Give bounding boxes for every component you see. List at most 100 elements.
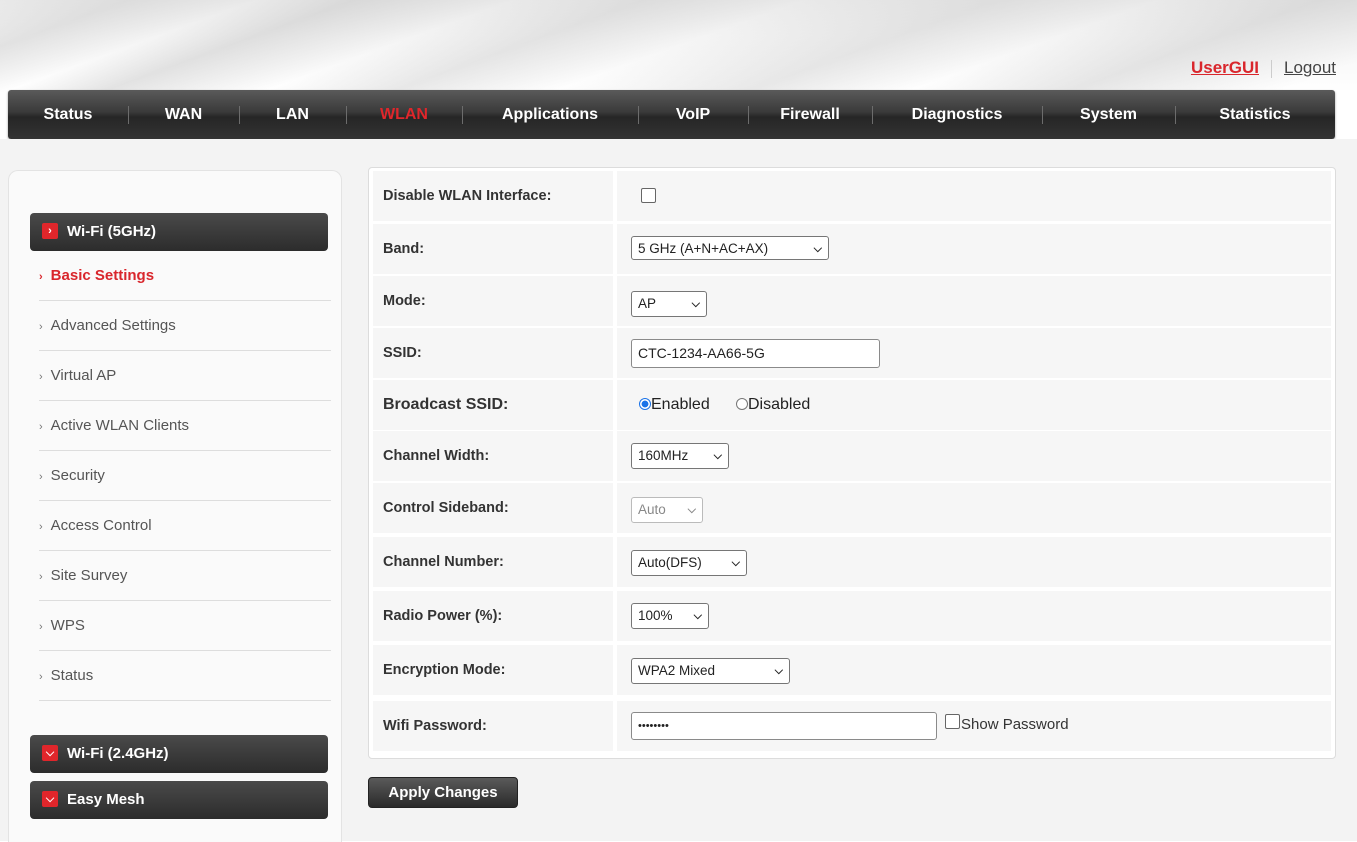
row-disable-wlan: Disable WLAN Interface:	[373, 171, 1331, 221]
sidebar-item-virtual-ap[interactable]: › Virtual AP	[39, 351, 331, 401]
sidebar-item-label: Security	[50, 467, 105, 484]
nav-statistics[interactable]: Statistics	[1175, 90, 1335, 139]
mode-select[interactable]: AP ⌵	[631, 291, 707, 317]
encryption-mode-value: WPA2 Mixed ⌵	[617, 645, 1331, 695]
mode-value: AP ⌵	[617, 276, 1331, 326]
sidebar-group-label: Easy Mesh	[67, 791, 145, 808]
broadcast-disabled-radio[interactable]	[736, 398, 748, 410]
disable-wlan-checkbox[interactable]	[641, 188, 656, 203]
sidebar-item-status[interactable]: › Status	[39, 651, 331, 701]
nav-diagnostics[interactable]: Diagnostics	[872, 90, 1042, 139]
sidebar-item-site-survey[interactable]: › Site Survey	[39, 551, 331, 601]
sidebar-group-label: Wi-Fi (5GHz)	[67, 223, 157, 240]
row-ssid: SSID: CTC-1234-AA66-5G	[373, 328, 1331, 378]
row-channel-width: Channel Width: 160MHz ⌵	[373, 431, 1331, 481]
broadcast-disabled-label[interactable]: Disabled	[748, 396, 810, 414]
control-sideband-select[interactable]: Auto ⌵	[631, 497, 703, 523]
radio-power-value: 100% ⌵	[617, 591, 1331, 641]
sidebar-item-label: Basic Settings	[50, 267, 155, 284]
radio-power-select[interactable]: 100% ⌵	[631, 603, 709, 629]
chevron-right-icon: ›	[39, 271, 43, 283]
sidebar-item-active-wlan-clients[interactable]: › Active WLAN Clients	[39, 401, 331, 451]
chevron-down-icon: ⌵	[774, 665, 783, 677]
ssid-value: CTC-1234-AA66-5G	[617, 328, 1331, 378]
disable-wlan-value	[617, 171, 1331, 221]
broadcast-ssid-label: Broadcast SSID:	[373, 380, 613, 430]
band-select-value: 5 GHz (A+N+AC+AX)	[638, 241, 769, 256]
sidebar-group-wifi-24ghz[interactable]: ⌵ Wi-Fi (2.4GHz)	[30, 735, 328, 773]
row-broadcast-ssid: Broadcast SSID: Enabled Disabled	[373, 380, 1331, 430]
sidebar-item-label: Advanced Settings	[50, 317, 176, 334]
chevron-right-icon: ›	[39, 671, 43, 683]
channel-number-value: Auto(DFS) ⌵	[617, 537, 1331, 587]
radio-power-select-value: 100%	[638, 608, 673, 623]
sidebar-item-label: Access Control	[50, 517, 152, 534]
encryption-mode-select-value: WPA2 Mixed	[638, 663, 716, 678]
broadcast-enabled-radio[interactable]	[639, 398, 651, 410]
row-encryption-mode: Encryption Mode: WPA2 Mixed ⌵	[373, 645, 1331, 695]
channel-number-label: Channel Number:	[373, 537, 613, 587]
chevron-right-icon: ›	[39, 371, 43, 383]
sidebar-item-access-control[interactable]: › Access Control	[39, 501, 331, 551]
chevron-right-icon: ›	[39, 321, 43, 333]
channel-number-select-value: Auto(DFS)	[638, 555, 702, 570]
nav-voip[interactable]: VoIP	[638, 90, 748, 139]
sidebar-item-security[interactable]: › Security	[39, 451, 331, 501]
sidebar-item-advanced-settings[interactable]: › Advanced Settings	[39, 301, 331, 351]
sidebar-item-wps[interactable]: › WPS	[39, 601, 331, 651]
user-links: UserGUI Logout	[1191, 58, 1336, 78]
link-divider	[1271, 59, 1272, 78]
expand-arrow-icon: ›	[42, 223, 58, 240]
wifi-password-input[interactable]: ••••••••	[631, 712, 937, 740]
nav-wlan[interactable]: WLAN	[346, 90, 462, 139]
sidebar-item-basic-settings[interactable]: › Basic Settings	[39, 251, 331, 301]
wlan-basic-settings-form: Disable WLAN Interface: Band: 5 GHz (A+N…	[368, 167, 1336, 759]
disable-wlan-label: Disable WLAN Interface:	[373, 171, 613, 221]
mode-select-value: AP	[638, 296, 657, 311]
sidebar-item-label: WPS	[50, 617, 85, 634]
chevron-down-icon: ⌵	[693, 610, 702, 622]
nav-applications[interactable]: Applications	[462, 90, 638, 139]
chevron-down-icon: ⌵	[691, 298, 700, 310]
encryption-mode-select[interactable]: WPA2 Mixed ⌵	[631, 658, 790, 684]
channel-width-value: 160MHz ⌵	[617, 431, 1331, 481]
apply-changes-button[interactable]: Apply Changes	[368, 777, 518, 808]
chevron-down-icon: ⌵	[813, 243, 822, 255]
nav-firewall[interactable]: Firewall	[748, 90, 872, 139]
channel-width-label: Channel Width:	[373, 431, 613, 481]
control-sideband-value: Auto ⌵	[617, 483, 1331, 533]
sidebar-group-wifi-5ghz[interactable]: › Wi-Fi (5GHz)	[30, 213, 328, 251]
broadcast-enabled-label[interactable]: Enabled	[651, 396, 710, 414]
encryption-mode-label: Encryption Mode:	[373, 645, 613, 695]
chevron-right-icon: ›	[39, 621, 43, 633]
show-password-label[interactable]: Show Password	[961, 716, 1069, 733]
band-select[interactable]: 5 GHz (A+N+AC+AX) ⌵	[631, 236, 829, 260]
control-sideband-label: Control Sideband:	[373, 483, 613, 533]
radio-power-label: Radio Power (%):	[373, 591, 613, 641]
nav-wan[interactable]: WAN	[128, 90, 239, 139]
usergui-link[interactable]: UserGUI	[1191, 58, 1259, 77]
chevron-right-icon: ›	[39, 571, 43, 583]
ssid-input[interactable]: CTC-1234-AA66-5G	[631, 339, 880, 368]
sidebar-group-easy-mesh[interactable]: ⌵ Easy Mesh	[30, 781, 328, 819]
show-password-checkbox[interactable]	[945, 714, 960, 729]
sidebar: › Wi-Fi (5GHz) › Basic Settings › Advanced …	[8, 170, 342, 842]
nav-lan[interactable]: LAN	[239, 90, 346, 139]
channel-width-select[interactable]: 160MHz ⌵	[631, 443, 729, 469]
wifi-password-label: Wifi Password:	[373, 701, 613, 751]
channel-number-select[interactable]: Auto(DFS) ⌵	[631, 550, 747, 576]
sidebar-group-label: Wi-Fi (2.4GHz)	[67, 745, 169, 762]
logout-link[interactable]: Logout	[1284, 58, 1336, 77]
header-banner	[0, 0, 1357, 92]
sidebar-item-label: Virtual AP	[50, 367, 117, 384]
nav-system[interactable]: System	[1042, 90, 1175, 139]
chevron-right-icon: ›	[39, 521, 43, 533]
nav-status[interactable]: Status	[8, 90, 128, 139]
chevron-down-icon: ⌵	[687, 504, 696, 516]
control-sideband-select-value: Auto	[638, 502, 666, 517]
sidebar-item-label: Site Survey	[50, 567, 128, 584]
band-label: Band:	[373, 224, 613, 274]
mode-label: Mode:	[373, 276, 613, 326]
chevron-right-icon: ›	[39, 471, 43, 483]
chevron-right-icon: ›	[39, 421, 43, 433]
